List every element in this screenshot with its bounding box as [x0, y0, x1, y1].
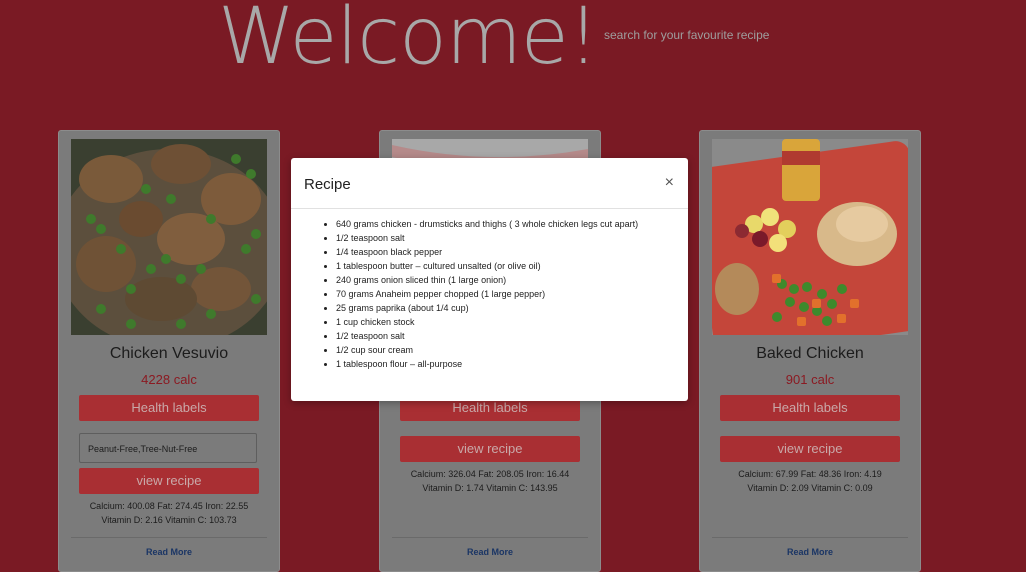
- welcome-heading: Welcome!: [218, 0, 599, 82]
- ingredient-item: 1/2 teaspoon salt: [336, 329, 638, 343]
- view-recipe-button[interactable]: view recipe: [79, 468, 259, 494]
- recipe-title: Chicken Vesuvio: [109, 345, 229, 362]
- recipe-title: Baked Chicken: [756, 345, 864, 362]
- view-recipe-button[interactable]: view recipe: [400, 436, 580, 462]
- recipe-image: [712, 139, 908, 335]
- card-divider: [712, 537, 908, 538]
- health-labels-field: Peanut-Free,Tree-Nut-Free: [79, 433, 257, 463]
- health-labels-button[interactable]: Health labels: [720, 395, 900, 421]
- nutrients-line-1: Calcium: 326.04 Fat: 208.05 Iron: 16.44: [410, 469, 570, 479]
- read-more-link[interactable]: Read More: [59, 547, 279, 557]
- recipe-image: [71, 139, 267, 335]
- card-divider: [71, 537, 267, 538]
- nutrients-line-2: Vitamin D: 2.09 Vitamin C: 0.09: [747, 483, 873, 493]
- ingredient-item: 1/2 cup sour cream: [336, 343, 638, 357]
- ingredient-item: 1/2 teaspoon salt: [336, 231, 638, 245]
- close-icon[interactable]: ×: [665, 174, 674, 192]
- ingredient-item: 1 tablespoon butter – cultured unsalted …: [336, 259, 638, 273]
- modal-header-divider: [291, 208, 688, 209]
- ingredient-item: 70 grams Anaheim pepper chopped (1 large…: [336, 287, 638, 301]
- nutrients-line-1: Calcium: 67.99 Fat: 48.36 Iron: 4.19: [738, 469, 882, 479]
- nutrients-line-1: Calcium: 400.08 Fat: 274.45 Iron: 22.55: [89, 501, 249, 511]
- recipe-calories: 4228 calc: [141, 372, 197, 387]
- nutrients-line-2: Vitamin D: 1.74 Vitamin C: 143.95: [422, 483, 558, 493]
- ingredient-item: 1 cup chicken stock: [336, 315, 638, 329]
- view-recipe-button[interactable]: view recipe: [720, 436, 900, 462]
- recipe-calories: 901 calc: [785, 372, 835, 387]
- page-header: Welcome! search for your favourite recip…: [0, 0, 1026, 100]
- modal-title: Recipe: [304, 176, 351, 193]
- read-more-link[interactable]: Read More: [380, 547, 600, 557]
- ingredient-item: 1/4 teaspoon black pepper: [336, 245, 638, 259]
- ingredient-item: 25 grams paprika (about 1/4 cup): [336, 301, 638, 315]
- nutrients-line-2: Vitamin D: 2.16 Vitamin C: 103.73: [101, 515, 237, 525]
- search-subtitle: search for your favourite recipe: [604, 28, 770, 42]
- ingredient-item: 640 grams chicken - drumsticks and thigh…: [336, 217, 638, 231]
- recipe-modal: Recipe × 640 grams chicken - drumsticks …: [291, 158, 688, 401]
- ingredient-item: 1 tablespoon flour – all-purpose: [336, 357, 638, 371]
- recipe-card-chicken-vesuvio: Chicken Vesuvio 4228 calc Health labels …: [58, 130, 280, 572]
- health-labels-button[interactable]: Health labels: [79, 395, 259, 421]
- ingredient-list: 640 grams chicken - drumsticks and thigh…: [322, 217, 638, 371]
- card-divider: [392, 537, 588, 538]
- read-more-link[interactable]: Read More: [700, 547, 920, 557]
- ingredient-item: 240 grams onion sliced thin (1 large oni…: [336, 273, 638, 287]
- recipe-card-baked-chicken: Baked Chicken 901 calc Health labels vie…: [699, 130, 921, 572]
